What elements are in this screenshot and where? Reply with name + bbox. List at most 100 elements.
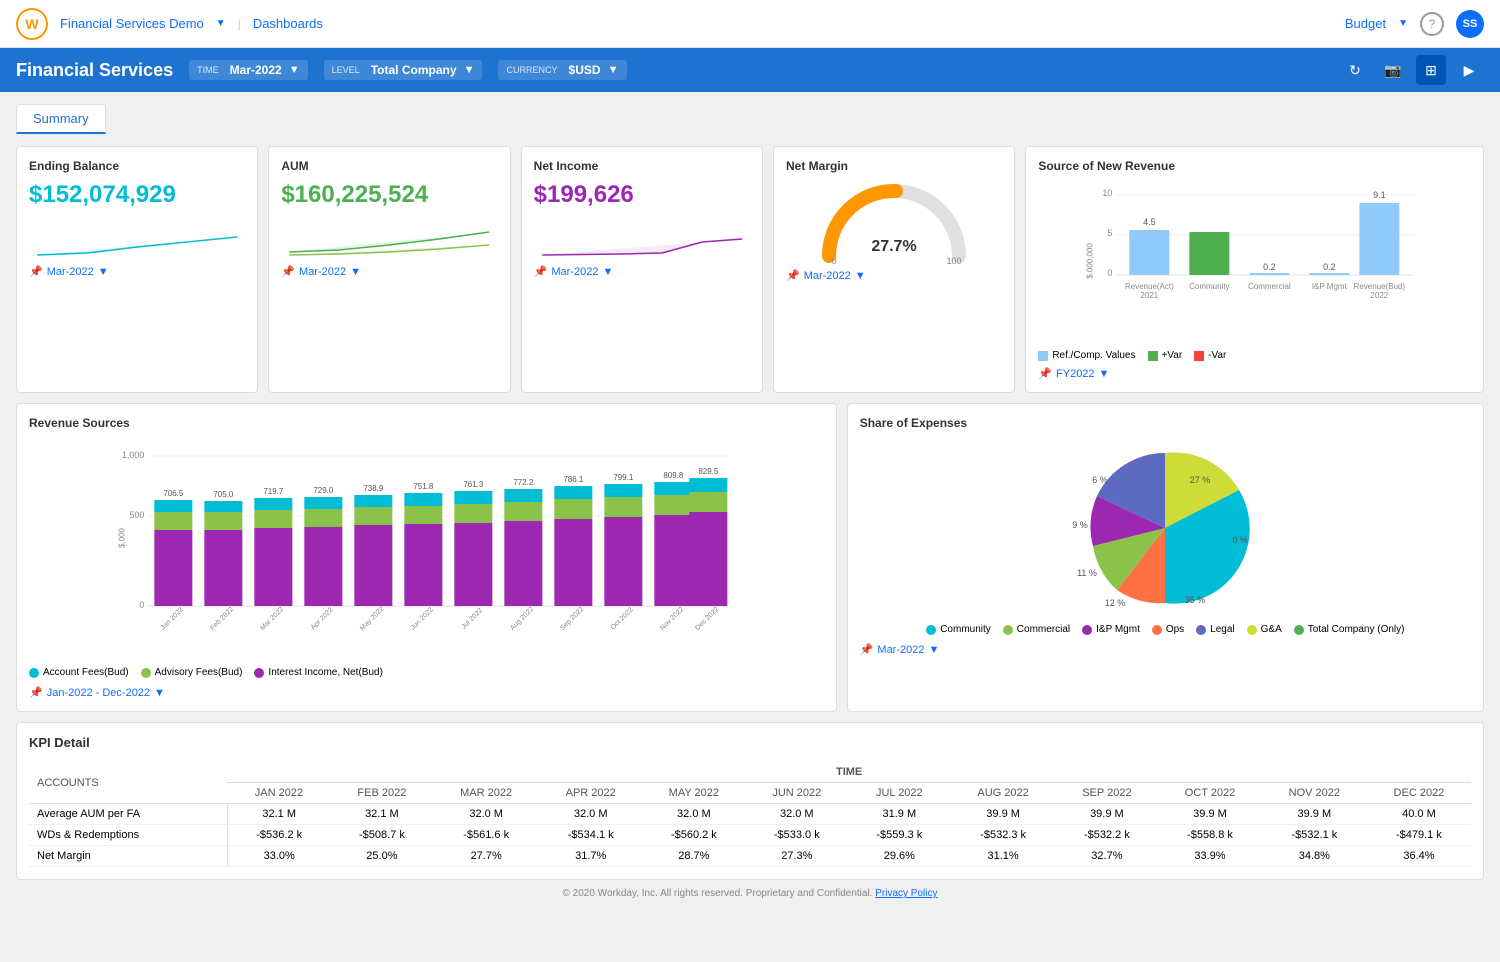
kpi-detail-card: KPI Detail ACCOUNTS TIME JAN 2022 FEB 20… (16, 722, 1484, 880)
avatar-initials: SS (1463, 18, 1478, 30)
col-mar: MAR 2022 (433, 783, 539, 804)
kpi-table-container[interactable]: ACCOUNTS TIME JAN 2022 FEB 2022 MAR 2022… (29, 762, 1471, 867)
svg-text:706.5: 706.5 (163, 489, 184, 498)
help-icon: ? (1429, 17, 1436, 31)
revenue-sources-footer[interactable]: 📌 Jan-2022 - Dec-2022 ▼ (29, 686, 824, 699)
rs-pin-icon: 📌 (29, 686, 43, 699)
row-wds-jul: -$559.3 k (848, 825, 951, 846)
pin-icon: 📌 (29, 265, 43, 278)
legend-minus-var: -Var (1194, 350, 1226, 361)
row-nm-nov: 34.8% (1262, 846, 1367, 867)
row-wds-aug: -$532.3 k (951, 825, 1056, 846)
svg-text:6 %: 6 % (1093, 475, 1109, 485)
tab-bar: Summary (16, 104, 1484, 134)
snr-footer[interactable]: 📌 FY2022 ▼ (1038, 367, 1471, 380)
svg-text:4.5: 4.5 (1143, 217, 1156, 227)
svg-text:12 %: 12 % (1105, 598, 1126, 608)
net-income-footer[interactable]: 📌 Mar-2022 ▼ (534, 265, 750, 278)
aum-card: AUM $160,225,524 📌 Mar-2022 ▼ (268, 146, 510, 393)
account-fees-color (29, 668, 39, 678)
legend-gna: G&A (1247, 624, 1282, 635)
privacy-policy-link[interactable]: Privacy Policy (875, 888, 937, 899)
app-name-arrow[interactable]: ▼ (216, 18, 226, 29)
col-oct: OCT 2022 (1158, 783, 1262, 804)
app-name[interactable]: Financial Services Demo (60, 16, 204, 31)
footer-text: © 2020 Workday, Inc. All rights reserved… (563, 888, 873, 899)
col-apr: APR 2022 (539, 783, 642, 804)
aum-title: AUM (281, 159, 497, 173)
svg-text:May 2022: May 2022 (359, 606, 386, 633)
grid-view-button[interactable]: ⊞ (1416, 55, 1446, 85)
ending-balance-value: $152,074,929 (29, 181, 245, 209)
screenshot-button[interactable]: 📷 (1378, 55, 1408, 85)
col-sep: SEP 2022 (1056, 783, 1159, 804)
svg-text:Aug 2022: Aug 2022 (509, 606, 535, 632)
gna-label: G&A (1261, 624, 1282, 635)
legend-ref-color (1038, 351, 1048, 361)
svg-text:5: 5 (1108, 228, 1113, 238)
budget-selector[interactable]: Budget (1345, 16, 1386, 31)
row-aum-dec: 40.0 M (1367, 804, 1471, 825)
svg-text:Feb 2022: Feb 2022 (209, 606, 235, 632)
aum-date: Mar-2022 (299, 266, 346, 278)
legend-minus-label: -Var (1208, 350, 1226, 361)
row-wds-dec: -$479.1 k (1367, 825, 1471, 846)
table-row: WDs & Redemptions -$536.2 k -$508.7 k -$… (29, 825, 1471, 846)
video-button[interactable]: ▶ (1454, 55, 1484, 85)
row-wds-may: -$560.2 k (642, 825, 745, 846)
net-margin-card: Net Margin 27.7% 0 100 📌 Mar-2022 ▼ (773, 146, 1015, 393)
share-of-expenses-legend: Community Commercial I&P Mgmt Ops Legal (860, 624, 1471, 635)
time-header: TIME (227, 762, 1471, 783)
svg-text:Oct 2022: Oct 2022 (610, 606, 635, 631)
time-filter[interactable]: TIME Mar-2022 ▼ (189, 60, 308, 80)
aum-footer[interactable]: 📌 Mar-2022 ▼ (281, 265, 497, 278)
commercial-color (1003, 625, 1013, 635)
row-aum-jan: 32.1 M (227, 804, 330, 825)
advisory-fees-color (141, 668, 151, 678)
currency-filter[interactable]: CURRENCY $USD ▼ (498, 60, 626, 80)
svg-text:Revenue(Bud): Revenue(Bud) (1354, 282, 1406, 291)
net-margin-footer[interactable]: 📌 Mar-2022 ▼ (786, 269, 1002, 282)
level-filter[interactable]: LEVEL Total Company ▼ (324, 60, 483, 80)
tab-summary[interactable]: Summary (16, 104, 106, 134)
share-expenses-footer[interactable]: 📌 Mar-2022 ▼ (860, 643, 1471, 656)
user-avatar[interactable]: SS (1456, 10, 1484, 38)
ops-color (1152, 625, 1162, 635)
row-nm-oct: 33.9% (1158, 846, 1262, 867)
row-aum-nov: 39.9 M (1262, 804, 1367, 825)
svg-text:100: 100 (947, 256, 962, 266)
col-aug: AUG 2022 (951, 783, 1056, 804)
svg-text:829.5: 829.5 (698, 467, 719, 476)
interest-income-label: Interest Income, Net(Bud) (268, 667, 383, 678)
net-margin-title: Net Margin (786, 159, 1002, 173)
revenue-sources-title: Revenue Sources (29, 416, 824, 430)
source-new-revenue-title: Source of New Revenue (1038, 159, 1471, 173)
legend-plus-label: +Var (1162, 350, 1183, 361)
community-label: Community (940, 624, 991, 635)
main-content: Summary Ending Balance $152,074,929 📌 Ma… (0, 92, 1500, 919)
row-nm-dec: 36.4% (1367, 846, 1471, 867)
row-wds-sep: -$532.2 k (1056, 825, 1159, 846)
refresh-button[interactable]: ↻ (1340, 55, 1370, 85)
ending-balance-date: Mar-2022 (47, 266, 94, 278)
aum-value: $160,225,524 (281, 181, 497, 209)
svg-text:799.1: 799.1 (613, 473, 634, 482)
svg-text:729.0: 729.0 (313, 486, 334, 495)
net-income-date: Mar-2022 (551, 266, 598, 278)
svg-text:Revenue(Act): Revenue(Act) (1125, 282, 1174, 291)
ending-balance-footer[interactable]: 📌 Mar-2022 ▼ (29, 265, 245, 278)
kpi-cards-row: Ending Balance $152,074,929 📌 Mar-2022 ▼… (16, 146, 1484, 393)
source-new-revenue-legend: Ref./Comp. Values +Var -Var (1038, 350, 1471, 361)
aum-pin-icon: 📌 (281, 265, 295, 278)
se-pin-icon: 📌 (860, 643, 874, 656)
help-button[interactable]: ? (1420, 12, 1444, 36)
svg-text:9 %: 9 % (1073, 520, 1089, 530)
row-nm-feb: 25.0% (331, 846, 434, 867)
dashboards-link[interactable]: Dashboards (253, 16, 323, 31)
row-aum-may: 32.0 M (642, 804, 745, 825)
svg-text:0.2: 0.2 (1323, 262, 1336, 272)
nav-divider: | (238, 17, 241, 31)
budget-arrow[interactable]: ▼ (1398, 18, 1408, 29)
share-of-expenses-chart: 27 % 0 % 35 % 12 % 11 % 9 % 6 % (860, 438, 1471, 618)
level-value: Total Company (371, 63, 457, 77)
